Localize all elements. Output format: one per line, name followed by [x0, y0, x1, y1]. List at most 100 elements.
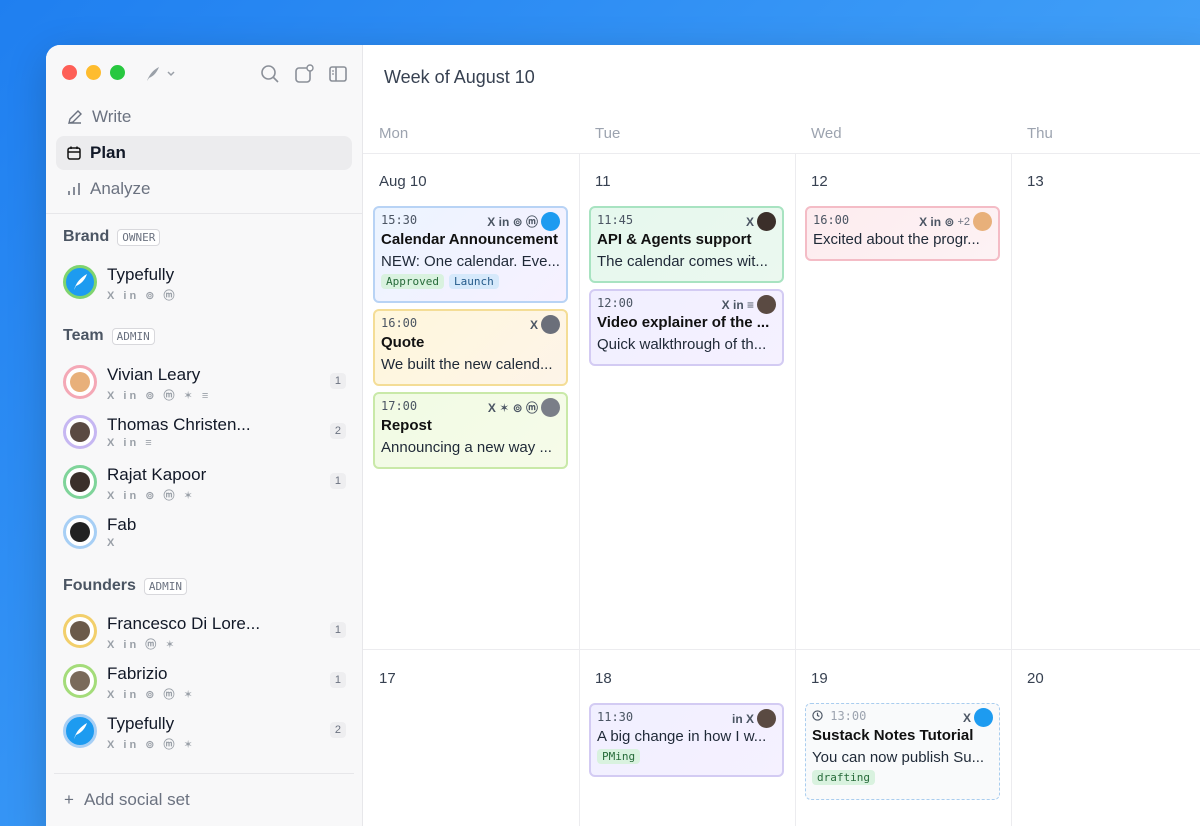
- account-row[interactable]: Rajat Kapoor X in ⊚ ⓜ ✶ 1: [63, 465, 346, 509]
- add-social-set-button[interactable]: + Add social set: [64, 790, 190, 810]
- role-badge: ADMIN: [143, 577, 188, 595]
- platform-icon-list: X in ⊚: [919, 214, 955, 229]
- avatar: [63, 265, 97, 299]
- account-row[interactable]: Typefully X in ⊚ ⓜ: [63, 265, 346, 309]
- weekday-header: Wed: [811, 125, 842, 142]
- nav-write[interactable]: Write: [56, 100, 352, 134]
- account-row[interactable]: Vivian Leary X in ⊚ ⓜ ✶ ≡ 1: [63, 365, 346, 409]
- main-nav: Write Plan Analyze: [56, 100, 352, 208]
- avatar: [541, 315, 560, 334]
- feather-logo-icon: [74, 723, 87, 739]
- platform-icons: in X: [732, 709, 776, 728]
- avatar: [757, 709, 776, 728]
- account-row[interactable]: Fabrizio X in ⊚ ⓜ ✶ 1: [63, 664, 346, 708]
- avatar: [973, 212, 992, 231]
- nav-plan[interactable]: Plan: [56, 136, 352, 170]
- tag-badge: drafting: [812, 770, 875, 785]
- draft-count-badge: 2: [329, 722, 346, 738]
- post-card[interactable]: 11:45 X API & Agents support The calenda…: [589, 206, 784, 283]
- post-preview: A big change in how I w...: [597, 728, 767, 745]
- group-name: Team: [63, 327, 104, 344]
- platform-icons: X in ⊚ ⓜ ✶: [107, 739, 196, 751]
- search-icon[interactable]: [260, 64, 280, 84]
- day-number: Aug 10: [379, 173, 427, 190]
- platform-icon-list: X: [745, 214, 754, 229]
- tag-badge: PMing: [597, 749, 641, 764]
- post-card[interactable]: 16:00 X in ⊚ +2 Excited about the progr.…: [805, 206, 1000, 261]
- platform-icon-list: X: [529, 317, 538, 332]
- day-number: 13: [1027, 173, 1044, 190]
- avatar: [63, 714, 97, 748]
- account-row[interactable]: Typefully X in ⊚ ⓜ ✶ 2: [63, 714, 346, 758]
- platform-icons: X ✶ ⊚ ⓜ: [488, 398, 560, 417]
- week-title: Week of August 10: [384, 67, 535, 87]
- grid-line: [1011, 153, 1012, 826]
- platform-icons: X in ≡: [107, 437, 155, 449]
- account-row[interactable]: Francesco Di Lore... X in ⓜ ✶ 1: [63, 614, 346, 658]
- nav-analyze[interactable]: Analyze: [56, 172, 352, 206]
- calendar-icon: [67, 146, 81, 160]
- platform-icon-list: in X: [731, 711, 754, 726]
- add-social-set-label: Add social set: [83, 790, 190, 809]
- post-preview: Quick walkthrough of th...: [597, 336, 767, 353]
- draft-card[interactable]: 13:00 X Sustack Notes Tutorial You can n…: [805, 703, 1000, 800]
- extra-accounts-count: +2: [957, 215, 970, 228]
- grid-line: [579, 153, 580, 826]
- weekday-header: Thu: [1027, 125, 1053, 142]
- account-name: Vivian Leary: [107, 365, 201, 384]
- draft-count-badge: 2: [329, 423, 346, 439]
- sidebar-footer: + Add social set: [54, 773, 354, 826]
- sidebar: Write Plan Analyze Brand OWNER Typefully…: [46, 45, 363, 826]
- nav-plan-label: Plan: [90, 143, 126, 162]
- post-card[interactable]: 15:30 X in ⊚ ⓜ Calendar Announcement NEW…: [373, 206, 568, 303]
- plus-icon: +: [64, 790, 74, 809]
- sidebar-toggle-icon[interactable]: [328, 64, 348, 84]
- post-title: Calendar Announcement: [381, 231, 558, 248]
- calendar-main: Week of August 10 Mon Tue Wed Thu Aug 10…: [363, 45, 1200, 826]
- post-preview: We built the new calend...: [381, 356, 553, 373]
- post-preview: Announcing a new way ...: [381, 439, 552, 456]
- group-header-brand: Brand OWNER: [63, 228, 161, 246]
- platform-icons: X in ⓜ ✶: [107, 639, 178, 651]
- avatar: [541, 398, 560, 417]
- post-title: Repost: [381, 417, 432, 434]
- platform-icon-list: X: [962, 710, 971, 725]
- bar-chart-icon: [68, 183, 80, 195]
- day-number: 17: [379, 670, 396, 687]
- post-title: API & Agents support: [597, 231, 752, 248]
- platform-icons: X in ⊚ ⓜ ✶ ≡: [107, 390, 212, 402]
- platform-icons: X: [107, 537, 118, 549]
- account-row[interactable]: Thomas Christen... X in ≡ 2: [63, 415, 346, 459]
- minimize-window-button[interactable]: [86, 65, 101, 80]
- pencil-icon: [68, 110, 82, 124]
- post-time-value: 13:00: [830, 709, 867, 723]
- platform-icon-list: X ✶ ⊚ ⓜ: [487, 401, 538, 415]
- avatar: [974, 708, 993, 727]
- maximize-window-button[interactable]: [110, 65, 125, 80]
- platform-icons: X in ⊚ ⓜ ✶: [107, 490, 196, 502]
- account-name: Typefully: [107, 714, 175, 733]
- feather-logo-icon: [147, 67, 159, 81]
- post-card[interactable]: 16:00 X Quote We built the new calend...: [373, 309, 568, 386]
- sidebar-toolbar: [260, 64, 348, 84]
- account-name: Rajat Kapoor: [107, 465, 207, 484]
- grid-line: [363, 153, 1200, 154]
- platform-icons: X: [963, 708, 993, 727]
- avatar: [63, 614, 97, 648]
- post-card[interactable]: 11:30 in X A big change in how I w... PM…: [589, 703, 784, 777]
- draft-count-badge: 1: [329, 473, 346, 489]
- close-window-button[interactable]: [62, 65, 77, 80]
- day-number: 18: [595, 670, 612, 687]
- platform-icons: X: [530, 315, 560, 334]
- post-card[interactable]: 17:00 X ✶ ⊚ ⓜ Repost Announcing a new wa…: [373, 392, 568, 469]
- post-preview: You can now publish Su...: [812, 749, 985, 766]
- role-badge: ADMIN: [111, 327, 155, 345]
- workspace-switcher[interactable]: [144, 65, 176, 83]
- new-draft-icon[interactable]: [294, 64, 314, 84]
- post-card[interactable]: 12:00 X in ≡ Video explainer of the ... …: [589, 289, 784, 366]
- account-name: Typefully: [107, 265, 175, 284]
- tag-badge: Launch: [448, 274, 499, 289]
- account-row[interactable]: Fab X: [63, 515, 346, 559]
- day-number: 19: [811, 670, 828, 687]
- draft-count-badge: 1: [329, 672, 346, 688]
